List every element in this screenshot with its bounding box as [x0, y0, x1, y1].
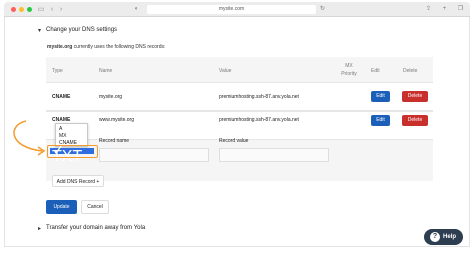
record-value: premiumhosting.ssh-87.anv.yola.net: [219, 117, 299, 123]
record-type: CNAME: [52, 94, 71, 100]
edit-record-button[interactable]: Edit: [371, 91, 390, 102]
dropdown-option-mx[interactable]: MX: [59, 133, 67, 139]
add-dns-record-button[interactable]: Add DNS Record +: [52, 175, 104, 187]
update-button[interactable]: Update: [46, 200, 77, 214]
delete-record-button[interactable]: Delete: [402, 115, 428, 126]
collapse-chevron-icon[interactable]: ▾: [38, 27, 41, 34]
help-button[interactable]: ? Help: [424, 229, 463, 245]
record-value-label: Record value: [219, 138, 249, 144]
col-header-name: Name: [99, 68, 113, 74]
delete-record-button[interactable]: Delete: [402, 91, 428, 102]
help-label: Help: [443, 234, 457, 240]
privacy-icon[interactable]: ◐: [132, 5, 141, 14]
highlight-box: [47, 145, 98, 158]
transfer-section-title[interactable]: Transfer your domain away from Yola: [46, 225, 145, 231]
share-icon[interactable]: ⇪: [424, 5, 433, 14]
close-window-icon[interactable]: [11, 7, 16, 12]
reload-icon[interactable]: ↻: [318, 5, 327, 14]
tab-overview-icon[interactable]: ❐: [456, 5, 465, 14]
dns-intro-text: mysite.org currently uses the following …: [47, 44, 165, 50]
annotation-arrow-icon: [13, 120, 46, 156]
record-name-label: Record name: [99, 138, 130, 144]
col-header-edit: Edit: [371, 68, 380, 74]
intro-sentence: currently uses the following DNS records…: [72, 44, 166, 50]
mx-priority-line2: Priority: [341, 71, 357, 77]
forward-icon[interactable]: ›: [57, 5, 65, 14]
back-icon[interactable]: ‹: [48, 5, 56, 14]
col-header-mx-priority: MX Priority: [341, 62, 357, 78]
mx-priority-line1: MX: [345, 63, 353, 69]
intro-domain: mysite.org: [47, 44, 73, 50]
browser-toolbar: ▭ ‹ › ◐ mysite.com ↻ ⇪ + ❐: [4, 2, 470, 17]
dns-section-title[interactable]: Change your DNS settings: [46, 27, 117, 33]
help-question-icon: ?: [430, 232, 440, 242]
address-bar[interactable]: mysite.com: [147, 5, 316, 14]
dropdown-option-a[interactable]: A: [59, 126, 62, 132]
minimize-window-icon[interactable]: [19, 7, 24, 12]
record-name-input[interactable]: [99, 148, 209, 162]
new-tab-icon[interactable]: +: [440, 5, 449, 14]
col-header-delete: Delete: [403, 68, 418, 74]
url-text: mysite.com: [218, 6, 245, 12]
record-name: mysite.org: [99, 94, 123, 100]
col-header-value: Value: [219, 68, 232, 74]
edit-record-button[interactable]: Edit: [371, 115, 390, 126]
maximize-window-icon[interactable]: [27, 7, 32, 12]
expand-chevron-icon[interactable]: ▸: [38, 225, 41, 232]
col-header-type: Type: [52, 68, 63, 74]
record-name: www.mysite.org: [99, 117, 135, 123]
record-value: premiumhosting.ssh-87.anv.yola.net: [219, 94, 299, 100]
sidebar-toggle-icon[interactable]: ▭: [37, 5, 45, 14]
cancel-button[interactable]: Cancel: [81, 200, 109, 214]
record-value-input[interactable]: [219, 148, 329, 162]
